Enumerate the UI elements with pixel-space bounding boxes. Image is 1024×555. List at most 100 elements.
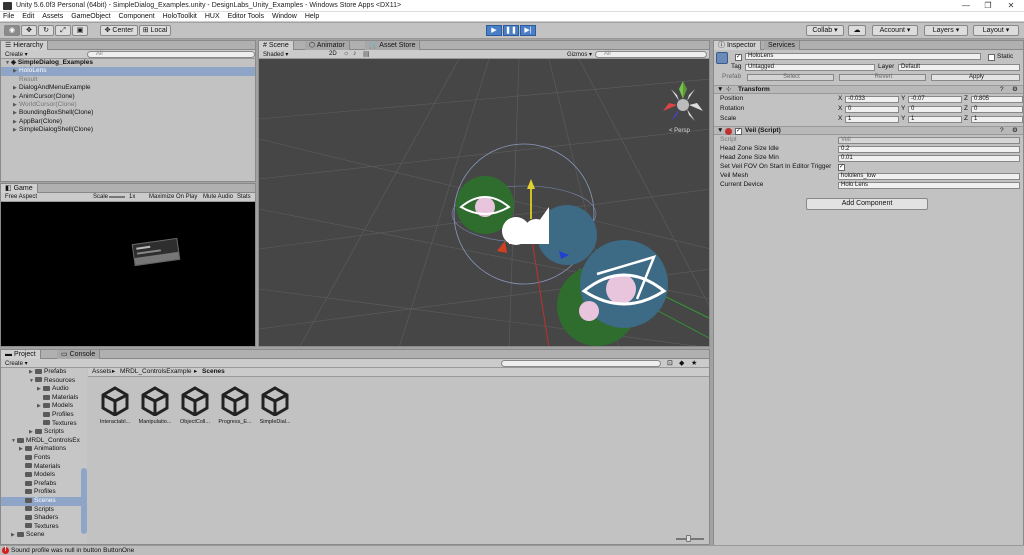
scale-z-input[interactable]: 1	[971, 116, 1023, 123]
effects-toggle-icon[interactable]: ▤	[363, 50, 370, 58]
scale-x-input[interactable]: 1	[845, 116, 899, 123]
folder-label[interactable]: Materials	[52, 394, 78, 401]
folder-label[interactable]: Resources	[44, 377, 75, 384]
project-search-input[interactable]	[501, 360, 661, 367]
rotation-z-input[interactable]: 0	[971, 106, 1023, 113]
tag-dropdown[interactable]: Untagged	[745, 64, 875, 71]
settings-gear-icon[interactable]: ⚙	[1012, 127, 1018, 135]
veil-fov-checkbox[interactable]: ✓	[838, 164, 845, 171]
folder-label[interactable]: Scripts	[34, 506, 54, 513]
layer-dropdown[interactable]: Default	[898, 64, 1020, 71]
asset-progress-scene[interactable]: Progress_E...	[216, 386, 254, 430]
tab-scene[interactable]: # Scene	[259, 41, 294, 50]
hand-tool-icon[interactable]: ◉	[4, 25, 20, 36]
prefab-select-button[interactable]: Select	[747, 74, 834, 81]
pause-button[interactable]: ❚❚	[503, 25, 519, 36]
veil-mesh-field[interactable]: hololens_low	[838, 173, 1020, 180]
folder-label[interactable]: Models	[34, 471, 55, 478]
folder-label[interactable]: MRDL_ControlsEx	[26, 437, 80, 444]
minimize-icon[interactable]: —	[960, 1, 972, 11]
prefab-apply-button[interactable]: Apply	[931, 74, 1020, 81]
folder-label[interactable]: Models	[52, 402, 73, 409]
scene-viewport[interactable]: < Persp	[259, 59, 710, 347]
scene-root-row[interactable]: ▼◈ SimpleDialog_Examples	[1, 59, 255, 67]
veil-enabled-checkbox[interactable]: ✓	[735, 128, 742, 135]
folder-label[interactable]: Scripts	[44, 428, 64, 435]
filter-label-icon[interactable]: ◆	[679, 359, 684, 367]
persp-label[interactable]: < Persp	[669, 128, 691, 134]
breadcrumb-controls[interactable]: MRDL_ControlsExample	[120, 368, 192, 376]
hierarchy-item-world-cursor[interactable]: ▶ WorldCursor(Clone)	[1, 101, 255, 109]
menu-help[interactable]: Help	[302, 12, 322, 21]
play-button[interactable]: ▶	[486, 25, 502, 36]
selected-folder-row[interactable]: Scenes	[1, 496, 87, 506]
head-zone-min-input[interactable]: 0.01	[838, 155, 1020, 162]
close-icon[interactable]: ✕	[1005, 1, 1017, 11]
active-checkbox[interactable]: ✓	[735, 54, 742, 61]
step-button[interactable]: ▶|	[520, 25, 536, 36]
hierarchy-item-hololens[interactable]: ▶ HoloLens	[1, 67, 255, 76]
folder-label[interactable]: Animations	[34, 445, 66, 452]
rotation-y-input[interactable]: 0	[908, 106, 962, 113]
scale-tool-icon[interactable]: ⤢	[55, 25, 71, 36]
pivot-local-button[interactable]: ⊞ Local	[139, 25, 171, 36]
rect-tool-icon[interactable]: ▣	[72, 25, 88, 36]
move-tool-icon[interactable]: ✥	[21, 25, 37, 36]
position-z-input[interactable]: 0.805	[971, 96, 1023, 103]
settings-gear-icon[interactable]: ⚙	[1012, 86, 1018, 94]
veil-script-header[interactable]: ▼ ✓ Veil (Script) ? ⚙	[714, 126, 1023, 135]
folder-label[interactable]: Scene	[26, 531, 44, 538]
folder-label[interactable]: Prefabs	[34, 480, 56, 487]
scale-slider[interactable]	[109, 196, 125, 198]
folder-label[interactable]: Prefabs	[44, 368, 66, 375]
asset-manipulation-scene[interactable]: Manipulatio...	[136, 386, 174, 430]
folder-label[interactable]: Audio	[52, 385, 69, 392]
menu-file[interactable]: File	[0, 12, 17, 21]
transform-header[interactable]: ▼ ⊹ Transform ? ⚙	[714, 85, 1023, 94]
hierarchy-item-simple-dialog-shell[interactable]: ▶ SimpleDialogShell(Clone)	[1, 126, 255, 134]
icon-size-slider-thumb[interactable]	[686, 535, 691, 542]
help-icon[interactable]: ?	[1000, 86, 1004, 94]
tab-hierarchy[interactable]: ☰ Hierarchy	[1, 41, 49, 50]
hierarchy-item-result[interactable]: Result	[1, 76, 255, 84]
maximize-icon[interactable]: ❐	[982, 1, 994, 11]
lighting-toggle-icon[interactable]: ☼	[343, 50, 349, 57]
tab-services[interactable]: Services	[764, 41, 800, 50]
folder-label[interactable]: Shaders	[34, 514, 58, 521]
audio-toggle-icon[interactable]: ♪	[353, 50, 357, 57]
account-dropdown[interactable]: Account ▾	[872, 25, 918, 36]
current-device-dropdown[interactable]: Holo Lens	[838, 182, 1020, 189]
folder-label[interactable]: Textures	[34, 523, 59, 530]
layers-dropdown[interactable]: Layers ▾	[924, 25, 968, 36]
status-bar[interactable]: ! Sound profile was null in button Butto…	[0, 545, 1024, 555]
menu-hux[interactable]: HUX	[202, 12, 223, 21]
position-x-input[interactable]: -0.033	[845, 96, 899, 103]
tab-game[interactable]: ◧ Game	[1, 184, 38, 193]
project-create-button[interactable]: Create ▾	[5, 360, 28, 367]
tab-inspector[interactable]: ⓘ Inspector	[714, 41, 761, 50]
hierarchy-item-dialog-and-menu[interactable]: ▶ DialogAndMenuExample	[1, 84, 255, 92]
head-zone-idle-input[interactable]: 0.2	[838, 146, 1020, 153]
menu-assets[interactable]: Assets	[39, 12, 66, 21]
stats-toggle[interactable]: Stats	[237, 194, 251, 200]
scale-y-input[interactable]: 1	[908, 116, 962, 123]
asset-interactable-scene[interactable]: Interactabl...	[96, 386, 134, 430]
tab-asset-store[interactable]: 🛒 Asset Store	[365, 41, 421, 50]
2d-toggle[interactable]: 2D	[329, 51, 337, 57]
filter-type-icon[interactable]: ⊡	[667, 359, 673, 367]
gameobject-name-input[interactable]: HoloLens	[745, 53, 981, 60]
orientation-gizmo[interactable]	[663, 81, 703, 121]
prefab-revert-button[interactable]: Revert	[839, 74, 926, 81]
shading-mode-dropdown[interactable]: Shaded ▾	[263, 51, 288, 58]
pivot-center-button[interactable]: ✥ Center	[100, 25, 138, 36]
mute-audio-toggle[interactable]: Mute Audio	[203, 194, 233, 200]
aspect-dropdown[interactable]: Free Aspect	[5, 194, 37, 200]
tab-console[interactable]: ▭ Console	[57, 350, 101, 359]
menu-editor-tools[interactable]: Editor Tools	[225, 12, 267, 21]
static-checkbox[interactable]	[988, 54, 995, 61]
menu-component[interactable]: Component	[115, 12, 157, 21]
hierarchy-item-app-bar[interactable]: ▶ AppBar(Clone)	[1, 118, 255, 126]
breadcrumb-scenes[interactable]: Scenes	[202, 368, 225, 376]
menu-gameobject[interactable]: GameObject	[68, 12, 113, 21]
hierarchy-search-input[interactable]: All	[87, 51, 255, 58]
